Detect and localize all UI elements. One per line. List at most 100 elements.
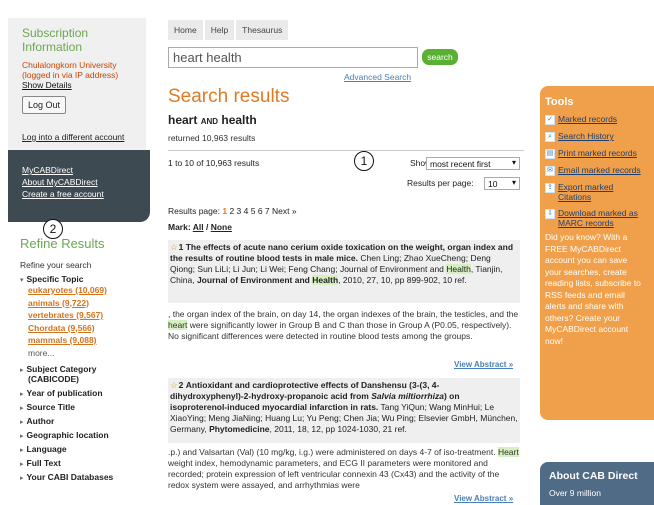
facet-cabi-databases[interactable]: ▸ Your CABI Databases <box>20 472 152 482</box>
highlight-term: heart <box>168 320 188 330</box>
log-into-different-account-link[interactable]: Log into a different account <box>22 132 140 142</box>
search-box <box>168 47 418 68</box>
star-icon[interactable]: ☆ <box>170 380 178 390</box>
collapsed-arrow-icon: ▸ <box>20 404 24 412</box>
facet-language[interactable]: ▸ Language <box>20 444 152 454</box>
page-links[interactable]: 2 3 4 5 6 7 Next » <box>229 206 296 216</box>
dropdown-arrow-icon: ▾ <box>511 178 516 187</box>
star-icon[interactable]: ☆ <box>170 242 178 252</box>
tab-home[interactable]: Home <box>168 20 203 40</box>
abstract-text: .p.) and Valsartan (Val) (10 mg/kg, i.g.… <box>168 447 496 457</box>
collapsed-arrow-icon: ▸ <box>20 390 24 398</box>
returned-count: returned 10,963 results <box>168 133 256 143</box>
topic-item[interactable]: eukaryotes (10,069) <box>28 284 152 297</box>
tool-email[interactable]: ✉ Email marked records <box>545 165 646 176</box>
view-abstract-link[interactable]: View Abstract » <box>454 494 513 503</box>
tool-export[interactable]: ⇪ Export marked Citations <box>545 182 646 202</box>
topic-item[interactable]: Chordata (9,566) <box>28 322 152 335</box>
query-operator: AND <box>200 117 219 126</box>
tools-promo-note: Did you know? With a FREE MyCABDirect ac… <box>545 232 641 346</box>
topic-item[interactable]: vertebrates (9,567) <box>28 309 152 322</box>
create-free-account-link[interactable]: Create a free account <box>22 188 150 200</box>
mark-none-link[interactable]: None <box>211 222 232 232</box>
refine-results-panel: Refine Results Refine your search ▾ Speci… <box>20 236 152 482</box>
show-details-link[interactable]: Show Details <box>22 80 72 90</box>
record-number: 1 <box>178 242 184 252</box>
more-topics-link[interactable]: more... <box>28 347 152 360</box>
mycabdirect-link[interactable]: MyCABDirect <box>22 164 150 176</box>
logout-button[interactable]: Log Out <box>22 96 67 114</box>
tool-marked-records[interactable]: ✓ Marked records <box>545 114 646 125</box>
record-2-header: ☆2 Antioxidant and cardioprotective effe… <box>168 378 520 443</box>
results-per-page-label: Results per page: <box>407 178 474 188</box>
search-button[interactable]: search <box>422 49 458 65</box>
facet-source-title[interactable]: ▸ Source Title <box>20 402 152 412</box>
record-citation: , 2011, 18, 12, pp 1024-1030, 21 ref. <box>269 424 407 434</box>
facet-label: Subject Category <box>26 363 97 374</box>
tool-search-history[interactable]: ⌕ Search History <box>545 131 646 142</box>
mark-controls: Mark: All / None <box>168 222 232 232</box>
record-citation: , 2010, 27, 10, pp 899-902, 10 ref. <box>338 275 467 285</box>
record-species: Salvia miltiorrhiza <box>371 391 444 401</box>
sort-order-value: most recent first <box>430 159 491 169</box>
tool-label[interactable]: Search History <box>558 131 614 141</box>
facet-geographic[interactable]: ▸ Geographic location <box>20 430 152 440</box>
record-number: 2 <box>178 380 184 390</box>
refine-results-title: Refine Results <box>20 236 105 251</box>
tab-help[interactable]: Help <box>204 20 235 40</box>
results-per-page-select[interactable]: 10 ▾ <box>484 177 520 190</box>
facet-author[interactable]: ▸ Author <box>20 416 152 426</box>
search-input[interactable] <box>169 48 417 67</box>
mark-all-link[interactable]: All <box>193 222 204 232</box>
tool-label[interactable]: Export marked Citations <box>558 182 646 202</box>
email-icon: ✉ <box>545 166 555 176</box>
tool-download-marc[interactable]: ⇩ Download marked as MARC records <box>545 208 646 228</box>
tool-label[interactable]: Print marked records <box>558 148 637 158</box>
about-title: About CAB Direct <box>549 470 638 482</box>
about-mycabdirect-link[interactable]: About MyCABDirect <box>22 176 150 188</box>
record-journal: Phytomedicine <box>209 424 270 434</box>
pagination-label: Results page: <box>168 206 220 216</box>
tools-panel: Tools ✓ Marked records ⌕ Search History ▤ P… <box>540 86 654 420</box>
sort-order-select[interactable]: most recent first ▾ <box>426 157 520 170</box>
current-page: 1 <box>222 206 228 216</box>
collapsed-arrow-icon: ▸ <box>20 418 24 426</box>
facet-full-text[interactable]: ▸ Full Text <box>20 458 152 468</box>
subscription-title: Subscription Information <box>22 26 89 54</box>
view-abstract-link[interactable]: View Abstract » <box>454 360 513 369</box>
tool-label[interactable]: Email marked records <box>558 165 641 175</box>
tool-label[interactable]: Download marked as MARC records <box>558 208 646 228</box>
collapsed-arrow-icon: ▸ <box>20 366 24 374</box>
tools-title: Tools <box>545 96 574 108</box>
tool-print[interactable]: ▤ Print marked records <box>545 148 646 159</box>
topic-item[interactable]: mammals (9,088) <box>28 334 152 347</box>
facet-label: Source Title <box>26 401 76 412</box>
mark-label: Mark: <box>168 222 191 232</box>
facet-label: Geographic location <box>26 429 109 440</box>
mycab-box: MyCABDirect About MyCABDirect Create a f… <box>8 150 150 222</box>
facet-year[interactable]: ▸ Year of publication <box>20 388 152 398</box>
abstract-text: , the organ index of the brain, on day 1… <box>168 309 519 319</box>
tool-label[interactable]: Marked records <box>558 114 617 124</box>
collapsed-arrow-icon: ▸ <box>20 446 24 454</box>
highlight-term: Health <box>446 264 471 274</box>
facet-subject-category[interactable]: ▸ Subject Category <box>20 364 152 374</box>
expanded-arrow-icon: ▾ <box>20 277 24 284</box>
topic-item[interactable]: animals (9,722) <box>28 297 152 310</box>
advanced-search-link[interactable]: Advanced Search <box>344 72 411 82</box>
facet-label: Your CABI Databases <box>26 471 114 482</box>
query-term-a: heart <box>168 113 198 127</box>
record-1-abstract: , the organ index of the brain, on day 1… <box>168 309 520 342</box>
facet-specific-topic[interactable]: ▾ Specific Topic <box>20 274 152 284</box>
abstract-text: weight index, hemodynamic parameters, an… <box>168 458 500 490</box>
facet-label: Specific Topic <box>26 274 84 284</box>
dropdown-arrow-icon: ▾ <box>511 158 516 167</box>
annotation-marker-1: 1 <box>354 151 374 171</box>
highlight-term: Health <box>312 275 339 285</box>
marked-records-icon: ✓ <box>545 115 555 125</box>
query-display: heart AND health <box>168 113 257 127</box>
collapsed-arrow-icon: ▸ <box>20 432 24 440</box>
facet-subject-category-sub: (CABICODE) <box>28 373 79 384</box>
tab-thesaurus[interactable]: Thesaurus <box>236 20 289 40</box>
subscription-box: Subscription Information Chulalongkorn U… <box>8 18 146 150</box>
